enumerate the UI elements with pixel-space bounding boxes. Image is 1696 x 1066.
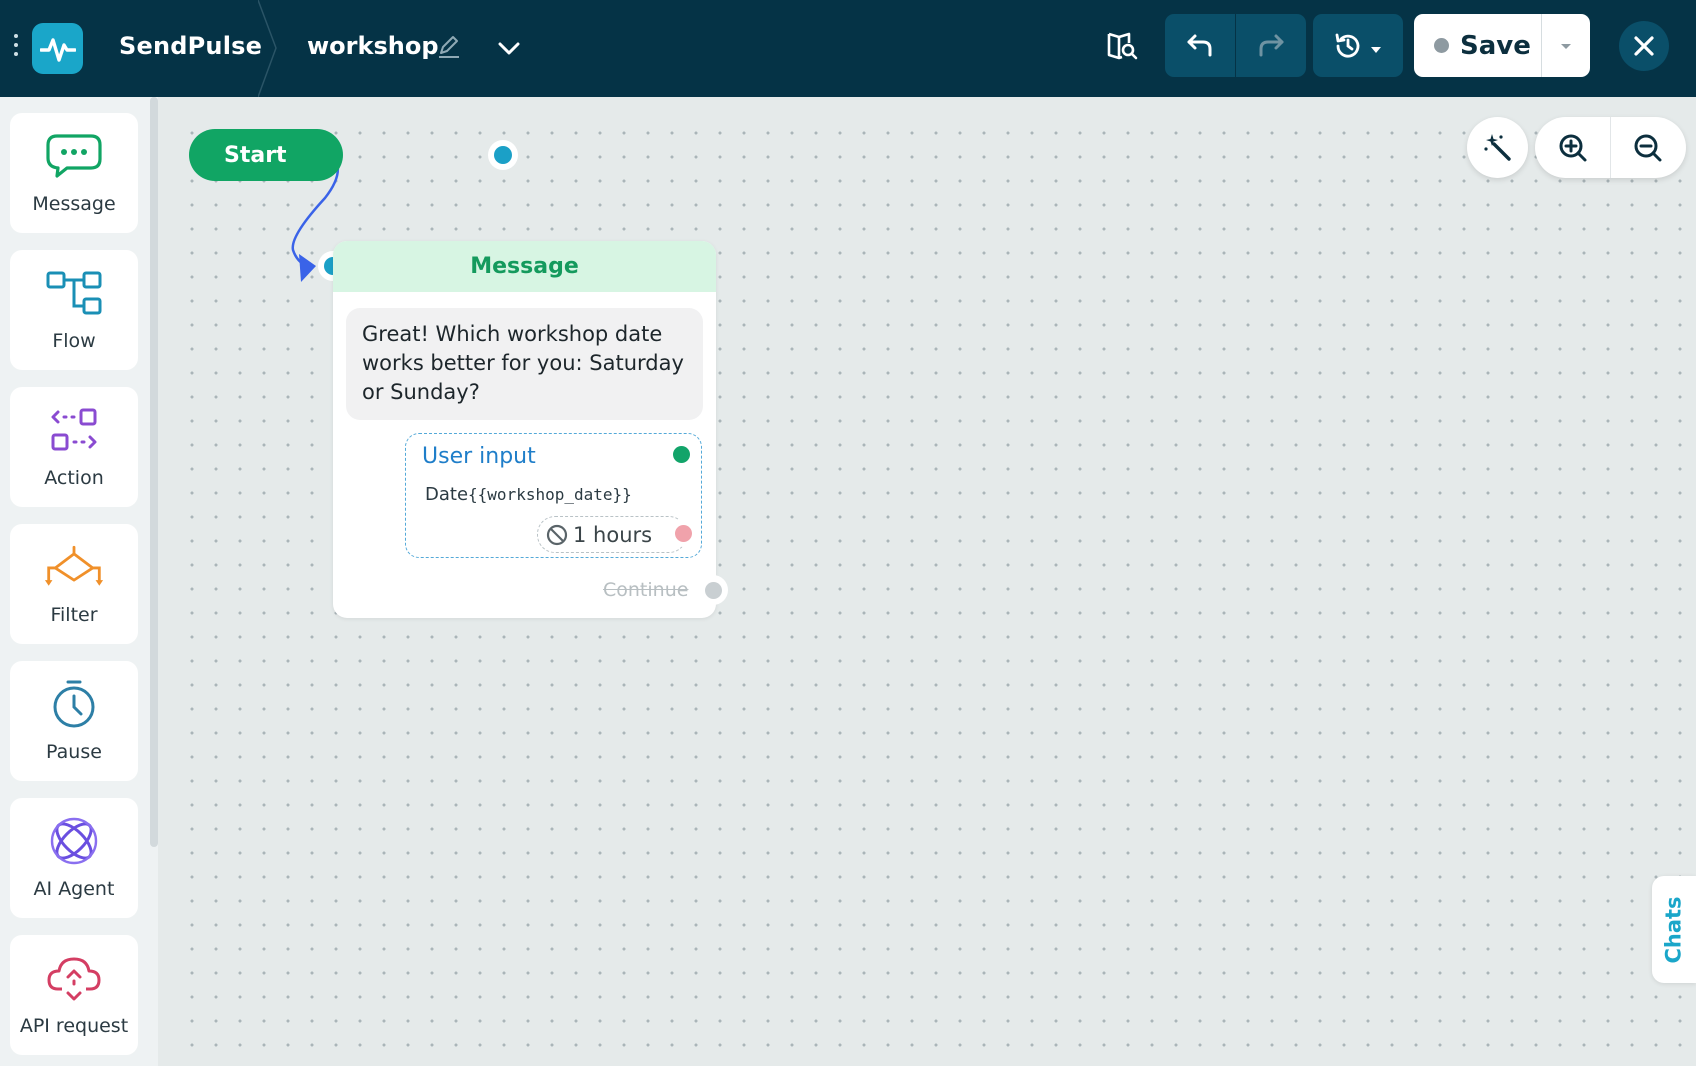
sidebar-item-label: Flow bbox=[52, 330, 96, 352]
redo-button[interactable] bbox=[1235, 14, 1305, 77]
user-input-variable: Date{{workshop_date}} bbox=[425, 484, 632, 505]
sidebar-scrollbar[interactable] bbox=[150, 97, 158, 847]
close-icon bbox=[1634, 36, 1654, 56]
sidebar-item-filter[interactable]: Filter bbox=[10, 524, 138, 644]
zoom-in-icon bbox=[1559, 134, 1586, 161]
history-icon bbox=[1335, 33, 1360, 58]
action-icon bbox=[44, 405, 104, 455]
continue-label: Continue bbox=[603, 579, 689, 601]
undo-icon bbox=[1187, 34, 1212, 56]
undo-redo-group bbox=[1165, 14, 1306, 77]
save-label: Save bbox=[1460, 30, 1531, 61]
sidebar-item-label: AI Agent bbox=[33, 878, 115, 900]
zoom-out-button[interactable] bbox=[1610, 117, 1685, 178]
sidebar-item-label: API request bbox=[19, 1015, 129, 1037]
zoom-out-icon bbox=[1634, 134, 1662, 161]
timeout-label: 1 hours bbox=[573, 522, 653, 547]
sidebar-item-pause[interactable]: Pause bbox=[10, 661, 138, 781]
user-input-title: User input bbox=[422, 444, 536, 469]
book-search-icon[interactable] bbox=[1105, 28, 1139, 62]
filter-icon bbox=[44, 542, 104, 592]
element-sidebar: Message Flow Action Filter Pause AI Agen… bbox=[0, 97, 158, 1066]
chats-tab[interactable]: Chats bbox=[1652, 876, 1696, 983]
variable-name: {{workshop_date}} bbox=[468, 485, 632, 504]
sidebar-item-label: Action bbox=[44, 467, 104, 489]
sidebar-item-action[interactable]: Action bbox=[10, 387, 138, 507]
timeout-badge[interactable]: 1 hours bbox=[537, 516, 687, 553]
sidebar-item-api-request[interactable]: API request bbox=[10, 935, 138, 1055]
pencil-edit-icon[interactable] bbox=[436, 33, 462, 59]
redo-icon bbox=[1259, 34, 1283, 56]
auto-arrange-button[interactable] bbox=[1467, 117, 1528, 178]
message-text: Great! Which workshop date works better … bbox=[346, 308, 703, 420]
flow-icon bbox=[44, 268, 104, 318]
close-button[interactable] bbox=[1619, 21, 1669, 71]
save-options-button[interactable] bbox=[1541, 14, 1590, 77]
user-input-block[interactable]: User input Date{{workshop_date}} 1 hours bbox=[405, 433, 702, 558]
zoom-in-button[interactable] bbox=[1535, 117, 1610, 178]
start-label: Start bbox=[224, 142, 287, 168]
magic-wand-icon bbox=[1483, 133, 1511, 161]
caret-down-icon bbox=[1371, 46, 1381, 53]
sidebar-item-label: Message bbox=[32, 193, 116, 215]
timeout-port[interactable] bbox=[669, 519, 697, 547]
brand-name: SendPulse bbox=[119, 32, 263, 60]
save-button[interactable]: Save bbox=[1414, 14, 1541, 77]
sendpulse-logo-icon[interactable] bbox=[32, 23, 83, 74]
message-bubble-icon bbox=[44, 131, 104, 181]
top-bar: SendPulse workshop Save bbox=[0, 0, 1696, 97]
zoom-controls bbox=[1535, 117, 1686, 178]
sidebar-item-label: Filter bbox=[50, 604, 98, 626]
save-button-group: Save bbox=[1414, 14, 1590, 77]
user-input-success-port[interactable] bbox=[667, 440, 695, 468]
variable-label: Date bbox=[425, 484, 469, 505]
chevron-down-icon[interactable] bbox=[494, 33, 524, 63]
history-button[interactable] bbox=[1313, 14, 1403, 77]
caret-down-icon bbox=[1561, 43, 1571, 49]
sidebar-item-message[interactable]: Message bbox=[10, 113, 138, 233]
sidebar-item-ai-agent[interactable]: AI Agent bbox=[10, 798, 138, 918]
message-node-title: Message bbox=[333, 241, 716, 292]
atom-icon bbox=[44, 816, 104, 866]
sidebar-item-flow[interactable]: Flow bbox=[10, 250, 138, 370]
start-output-port[interactable] bbox=[488, 140, 518, 170]
cloud-api-icon bbox=[44, 953, 104, 1003]
start-node[interactable]: Start bbox=[189, 129, 518, 181]
clock-icon bbox=[44, 679, 104, 729]
breadcrumb-separator bbox=[258, 0, 277, 97]
history-group bbox=[1313, 14, 1403, 77]
flow-name: workshop bbox=[307, 32, 439, 60]
message-node[interactable]: Message Great! Which workshop date works… bbox=[333, 241, 728, 618]
sidebar-item-label: Pause bbox=[46, 741, 102, 763]
no-entry-icon bbox=[546, 524, 568, 545]
continue-port[interactable] bbox=[698, 575, 728, 605]
undo-button[interactable] bbox=[1165, 14, 1235, 77]
unsaved-status-dot bbox=[1434, 38, 1449, 53]
chats-label: Chats bbox=[1662, 895, 1687, 964]
kebab-menu-icon[interactable] bbox=[10, 34, 22, 60]
